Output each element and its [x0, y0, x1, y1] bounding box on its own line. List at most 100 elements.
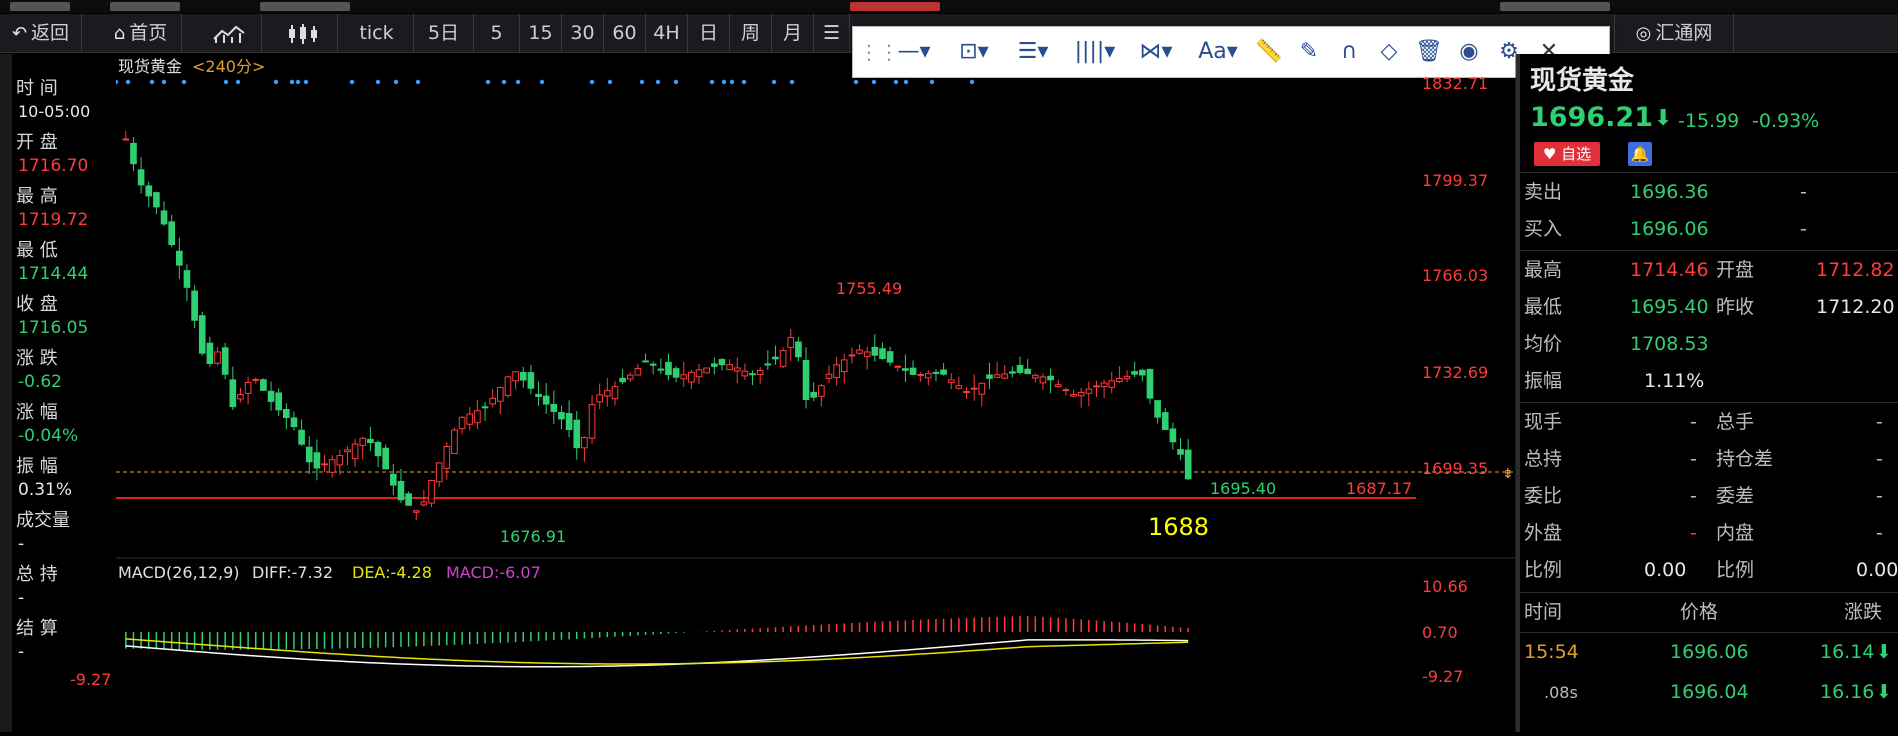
event-dot [375, 79, 381, 85]
heart-icon: ♥ [1542, 145, 1557, 163]
price-axis-label: 1832.71 [1422, 74, 1488, 93]
candle [688, 371, 695, 383]
ratio-value: 0.00 [1644, 559, 1687, 581]
event-dot [929, 79, 935, 85]
period-4h[interactable]: 4H [646, 14, 688, 52]
chart-period: <240分> [192, 57, 265, 76]
quote-panel: 现货黄金 1696.21 ⬇ -15.99 -0.93% ♥ 自选 🔔 卖出 1… [1520, 54, 1898, 732]
candle [260, 379, 267, 391]
watchlist-button[interactable]: ♥ 自选 [1534, 142, 1600, 166]
panel-splitter[interactable] [1516, 54, 1520, 732]
event-dot [969, 79, 975, 85]
back-button[interactable]: ↶ 返回 [0, 14, 82, 52]
candle [1154, 400, 1161, 418]
candle [588, 404, 596, 439]
amp-value: 1.11% [1644, 370, 1705, 392]
event-dot [303, 79, 309, 85]
event-dot [149, 79, 155, 85]
candle [1123, 375, 1131, 380]
candle [1024, 368, 1031, 375]
candle [489, 397, 497, 405]
candle [374, 441, 382, 457]
brand-button[interactable]: ◎ 汇通网 [1614, 14, 1734, 52]
candle [955, 385, 963, 389]
candle [550, 403, 558, 412]
prev-close-value: 1712.20 [1816, 296, 1895, 318]
tick-price-header: 价格 [1680, 601, 1719, 623]
candle [504, 376, 512, 396]
candle [1009, 371, 1016, 374]
kline-button[interactable] [268, 14, 338, 52]
candle [978, 382, 986, 395]
candle [626, 374, 634, 380]
last-marker: 1695.40 [1210, 479, 1276, 498]
home-button[interactable]: ⌂ 首页 [100, 14, 182, 52]
amp-row: 振幅 1.11% [1520, 363, 1898, 400]
candle [581, 437, 588, 449]
sell-value: 1696.36 [1630, 181, 1709, 203]
price-axis-label: 1766.03 [1422, 266, 1488, 285]
pct-label: 涨 幅 [16, 402, 58, 423]
tick-price: 1696.06 [1670, 641, 1749, 663]
period-month[interactable]: 月 [772, 14, 814, 52]
event-dot [539, 79, 545, 85]
change-label: 涨 跌 [16, 348, 58, 369]
avg-row: 均价 1708.53 [1520, 326, 1898, 363]
period-label: 5日 [427, 22, 460, 44]
event-dot [853, 79, 859, 85]
outer-inner-row: 外盘 - 内盘 - [1520, 515, 1898, 552]
candle [1146, 368, 1154, 399]
event-dot [639, 79, 645, 85]
hold-row: 总持 - 持仓差 - [1520, 441, 1898, 478]
event-dot [871, 79, 877, 85]
period-30min[interactable]: 30 [562, 14, 604, 52]
down-arrow-icon: ⬇ [1654, 106, 1673, 131]
avg-value: 1708.53 [1630, 333, 1709, 355]
candle [1016, 364, 1024, 373]
candle [160, 210, 168, 225]
candle [802, 359, 810, 401]
candle [252, 378, 260, 381]
candle [1062, 389, 1070, 392]
candle [145, 185, 153, 197]
hold-diff-value: - [1876, 448, 1883, 470]
hold-label: 总 持 [16, 564, 58, 585]
high-open-row: 最高 1714.46 开盘 1712.82 [1520, 252, 1898, 289]
period-15min[interactable]: 15 [520, 14, 562, 52]
period-5min[interactable]: 5 [474, 14, 520, 52]
high-label: 最高 [1524, 259, 1563, 281]
candle [130, 142, 137, 165]
candle [214, 351, 221, 364]
alert-button[interactable]: 🔔 [1628, 142, 1652, 166]
volume-label: 成交量 [16, 510, 70, 531]
candle [718, 359, 726, 366]
candle [206, 342, 214, 364]
period-5day[interactable]: 5日 [414, 14, 474, 52]
price-chart[interactable]: 1755.49 1676.91 1695.40 1687.17 1688 183… [113, 54, 1517, 732]
candle [565, 413, 573, 431]
list-menu-button[interactable]: ☰ [814, 14, 850, 52]
minute-chart-button[interactable] [196, 14, 262, 52]
candle [840, 359, 848, 373]
prev-close-label: 昨收 [1716, 296, 1755, 318]
period-60min[interactable]: 60 [604, 14, 646, 52]
brand-label: 汇通网 [1655, 22, 1713, 44]
event-dot [729, 79, 735, 85]
period-label: 4H [653, 22, 680, 44]
total-hand-value: - [1876, 411, 1883, 433]
ratio2-value: 0.00 [1856, 559, 1898, 581]
weicha-label: 委差 [1716, 485, 1755, 507]
ratio2-label: 比例 [1716, 559, 1755, 581]
candle [741, 370, 749, 377]
event-dot [673, 79, 679, 85]
event-dot [893, 79, 899, 85]
avg-label: 均价 [1524, 333, 1563, 355]
tick-button[interactable]: tick [340, 14, 414, 52]
candle [886, 351, 894, 363]
event-dot [655, 79, 661, 85]
sell-row: 卖出 1696.36 - [1520, 174, 1898, 211]
period-day[interactable]: 日 [688, 14, 730, 52]
period-week[interactable]: 周 [730, 14, 772, 52]
dea-line [125, 638, 1189, 665]
macd-histogram [125, 615, 1189, 650]
